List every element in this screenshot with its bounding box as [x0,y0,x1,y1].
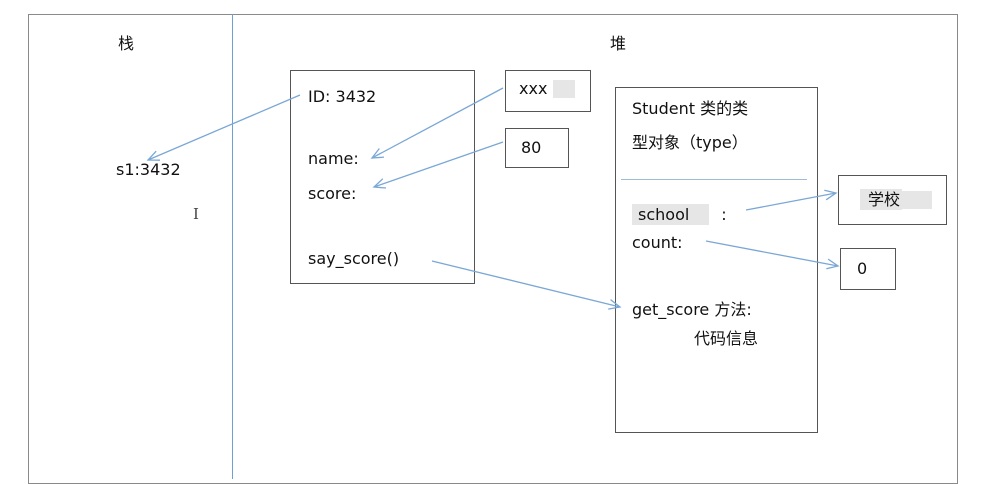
arrow-xxx-to-name [371,87,504,159]
reference-arrows [146,87,840,310]
arrow-count-to-value [705,240,839,267]
arrow-id-to-s1 [147,94,301,161]
arrow-school-to-value [745,192,837,211]
arrow-say-score-to-get-score [431,260,621,308]
arrow-80-to-score [373,141,504,188]
